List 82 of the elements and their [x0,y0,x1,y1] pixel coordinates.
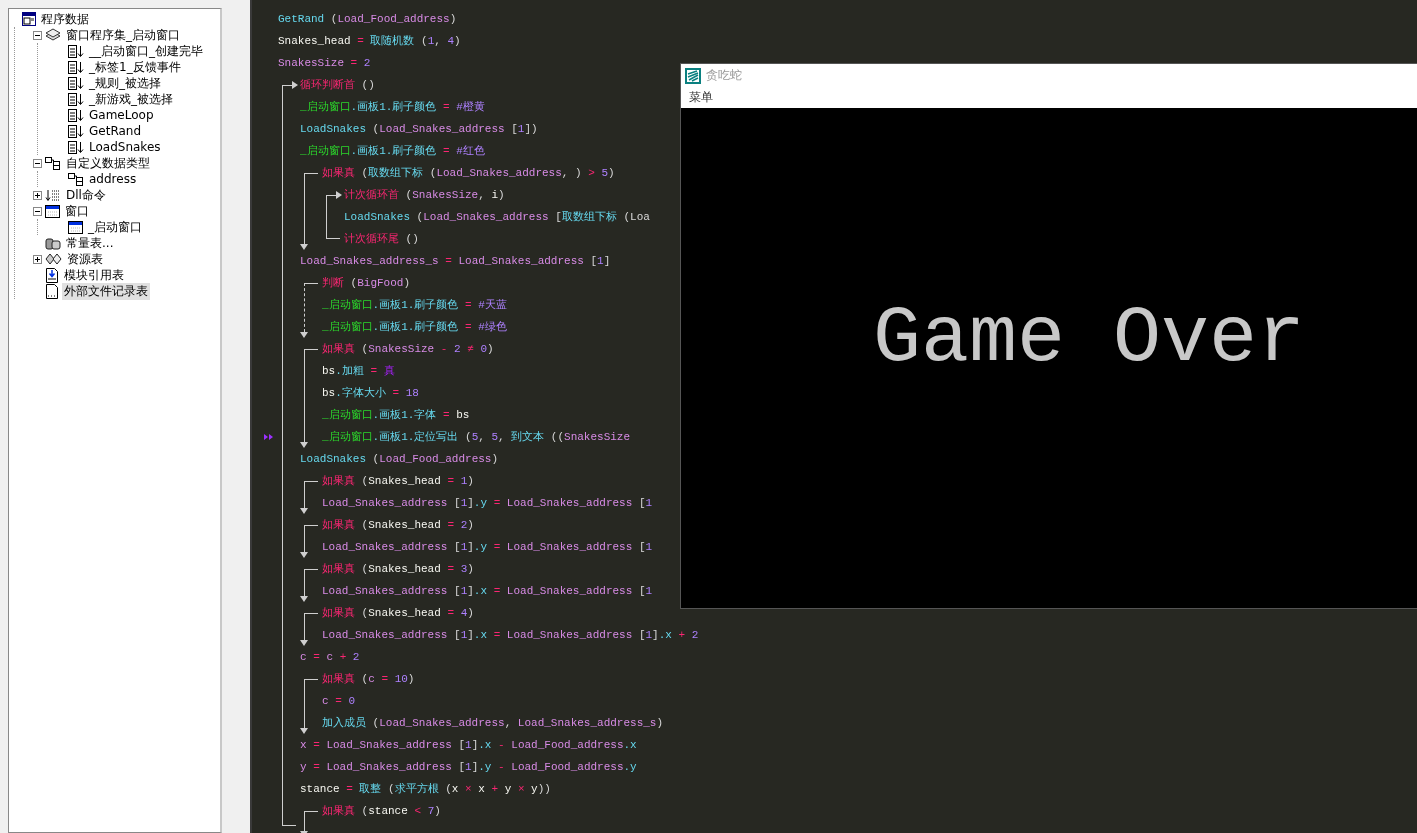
document-icon [45,267,59,283]
tree-item[interactable]: _标签1_反馈事件 [87,58,183,76]
tree-item[interactable]: 常量表... [64,234,116,252]
code-line: _启动窗口.画板1.刷子颜色 = #橙黄 [300,100,485,115]
code-line: SnakesSize = 2 [278,56,371,71]
tree-item[interactable]: 程序数据 [39,10,91,28]
document-icon [45,283,59,299]
tree-item[interactable]: 窗口程序集_启动窗口 [64,26,182,44]
game-over-text: Game Over [872,292,1306,384]
tree-item[interactable]: 自定义数据类型 [64,154,152,172]
list-arrow-icon [68,108,84,122]
tree-item[interactable]: __启动窗口_创建完毕 [87,42,205,60]
window-icon [45,204,60,218]
code-line: 加入成员 (Load_Snakes_address, Load_Snakes_address_s) [322,716,664,731]
code-line: _启动窗口.画板1.字体 = bs [322,408,470,423]
code-line: LoadSnakes (Load_Snakes_address [取数组下标 (Loa [344,210,650,225]
tree-item[interactable]: _新游戏_被选择 [87,90,175,108]
list-arrow-icon [68,44,84,58]
code-line: Load_Snakes_address [1].x = Load_Snakes_address [1 [322,584,653,599]
code-line: 如果真 (Snakes_head = 2) [322,518,474,533]
code-line: _启动窗口.画板1.刷子颜色 = #红色 [300,144,485,159]
window-title: 贪吃蛇 [706,67,742,84]
tree-item[interactable]: 窗口 [63,202,91,220]
code-line: Snakes_head = 取随机数 (1, 4) [278,34,461,49]
code-line: 如果真 (Snakes_head = 4) [322,606,474,621]
tree-item[interactable]: GameLoop [87,108,156,122]
code-line: 如果真 (Snakes_head = 3) [322,562,474,577]
code-line: 循环判断首 () [300,78,375,93]
code-line: c = 0 [322,694,356,709]
code-line: Load_Snakes_address [1].y = Load_Snakes_address [1 [322,496,653,511]
tree-item[interactable]: 模块引用表 [62,266,126,284]
boxes-icon [68,172,84,186]
list-arrow-icon [68,60,84,74]
code-line: c = c + 2 [300,650,360,665]
tree-item[interactable]: _启动窗口 [86,218,144,236]
expand-toggle[interactable] [33,206,42,216]
expand-toggle[interactable] [33,158,42,168]
code-line: bs.字体大小 = 18 [322,386,419,401]
diamond-icon [45,253,62,265]
code-line: 如果真 (取数组下标 (Load_Snakes_address, ) > 5) [322,166,615,181]
code-line: _启动窗口.画板1.刷子颜色 = #绿色 [322,320,507,335]
stack-icon [45,28,61,42]
code-line: LoadSnakes (Load_Food_address) [300,452,499,467]
window-icon [22,12,36,26]
code-line: 计次循环首 (SnakesSize, i) [344,188,505,203]
tree-item[interactable]: address [87,172,139,186]
tree-item[interactable]: _规则_被选择 [87,74,163,92]
code-line: 判断 (BigFood) [322,276,411,291]
list-arrow-icon [45,188,61,202]
code-line: _启动窗口.画板1.刷子颜色 = #天蓝 [322,298,507,313]
code-line: 计次循环尾 () [344,232,419,247]
code-line: bs.加粗 = 真 [322,364,395,379]
tree-item[interactable]: LoadSnakes [87,140,163,154]
tree-item[interactable]: GetRand [87,124,144,138]
list-arrow-icon [68,140,84,154]
app-icon [685,67,701,84]
code-line: Load_Snakes_address_s = Load_Snakes_address [1] [300,254,611,269]
window-icon [68,220,83,234]
list-arrow-icon [68,76,84,90]
list-arrow-icon [68,124,84,138]
menu-item[interactable]: 菜单 [689,89,713,106]
code-line: Load_Snakes_address [1].y = Load_Snakes_address [1 [322,540,653,555]
code-line: x = Load_Snakes_address [1].x - Load_Food_address.x [300,738,637,753]
expand-toggle[interactable] [33,190,42,200]
code-line: 如果真 (SnakesSize - 2 ≠ 0) [322,342,494,357]
expand-toggle[interactable] [33,254,42,264]
code-line: 如果真 (Snakes_head = 1) [322,474,474,489]
tree-item[interactable]: Dll命令 [64,186,108,204]
code-line: 如果真 (stance < 7) [322,804,441,819]
list-arrow-icon [68,92,84,106]
code-line: GetRand (Load_Food_address) [278,12,457,27]
code-line: stance = 取整 (求平方根 (x × x + y × y)) [300,782,551,797]
code-line: _启动窗口.画板1.定位写出 (5, 5, 到文本 ((SnakesSize [322,430,631,445]
code-line: 如果真 (c = 10) [322,672,415,687]
code-line: LoadSnakes (Load_Snakes_address [1]) [300,122,538,137]
tree-item[interactable]: 外部文件记录表 [62,282,150,300]
expand-toggle[interactable] [33,30,42,40]
code-line: Load_Snakes_address [1].x = Load_Snakes_address [1].x + 2 [322,628,699,643]
boxes-icon [45,156,61,170]
code-line: y = Load_Snakes_address [1].y - Load_Food_address.y [300,760,637,775]
tree-item[interactable]: 资源表 [65,250,105,268]
cylinder-icon [45,236,61,250]
